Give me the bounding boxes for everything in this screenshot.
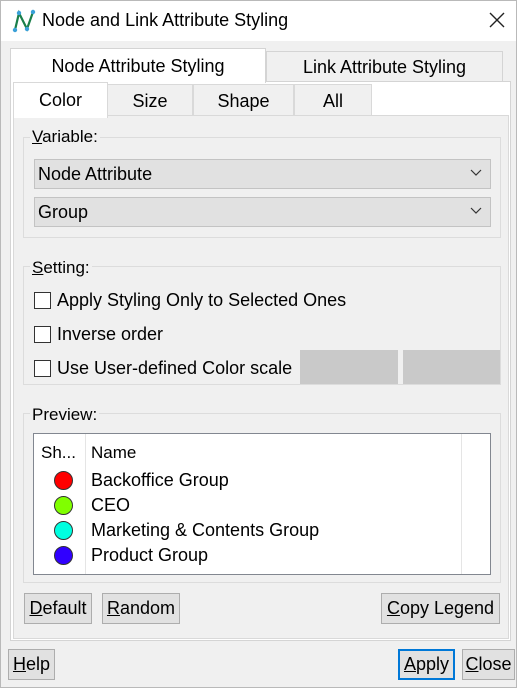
close-icon[interactable]	[485, 8, 509, 32]
list-item-name: Backoffice Group	[91, 470, 229, 490]
apply-selected-only-checkbox[interactable]: Apply Styling Only to Selected Ones	[34, 289, 346, 311]
attribute-value: Group	[38, 202, 89, 222]
list-item-name: CEO	[91, 495, 131, 515]
list-item-name: Marketing & Contents Group	[91, 520, 320, 540]
dialog-window: Node and Link Attribute Styling Node Att…	[0, 0, 517, 688]
checkbox-label: Inverse order	[57, 324, 164, 344]
checkbox-box[interactable]	[34, 326, 51, 343]
checkbox-label: Apply Styling Only to Selected Ones	[57, 290, 347, 310]
app-icon	[12, 9, 36, 33]
tab-shape[interactable]: Shape	[193, 84, 294, 116]
user-defined-color-scale-checkbox[interactable]: Use User-defined Color scale	[34, 357, 292, 379]
variable-label: Variable:	[30, 127, 100, 147]
color-swatch	[54, 546, 73, 565]
title-bar: Node and Link Attribute Styling	[1, 1, 516, 41]
column-header-shape[interactable]: Sh...	[41, 443, 76, 463]
chevron-down-icon	[470, 169, 482, 176]
attribute-select[interactable]: Group	[34, 197, 491, 227]
scale-end-color-swatch[interactable]	[403, 350, 500, 384]
list-item[interactable]: CEO	[34, 494, 490, 519]
list-item-name: Product Group	[91, 545, 209, 565]
list-item[interactable]: Marketing & Contents Group	[34, 519, 490, 544]
setting-label: Setting:	[30, 258, 92, 278]
chevron-down-icon	[470, 207, 482, 214]
list-item[interactable]: Product Group	[34, 544, 490, 569]
checkbox-label: Use User-defined Color scale	[57, 358, 293, 378]
color-swatch	[54, 496, 73, 515]
tab-all[interactable]: All	[294, 84, 372, 116]
default-button[interactable]: Default	[24, 593, 92, 624]
tab-color[interactable]: Color	[13, 82, 108, 118]
color-swatch	[54, 521, 73, 540]
column-header-name[interactable]: Name	[91, 443, 136, 463]
preview-list[interactable]: Sh... Name Backoffice Group CEO Marketin…	[33, 433, 491, 575]
tab-size[interactable]: Size	[107, 84, 193, 116]
attribute-type-select[interactable]: Node Attribute	[34, 159, 491, 189]
tab-node-attribute-styling[interactable]: Node Attribute Styling	[10, 48, 266, 83]
window-title: Node and Link Attribute Styling	[42, 10, 289, 30]
attribute-type-value: Node Attribute	[38, 164, 153, 184]
copy-legend-button[interactable]: Copy Legend	[381, 593, 500, 624]
checkbox-box[interactable]	[34, 292, 51, 309]
color-swatch	[54, 471, 73, 490]
list-item[interactable]: Backoffice Group	[34, 469, 490, 494]
checkbox-box[interactable]	[34, 360, 51, 377]
help-button[interactable]: Help	[8, 649, 55, 680]
inverse-order-checkbox[interactable]: Inverse order	[34, 323, 163, 345]
tab-link-attribute-styling[interactable]: Link Attribute Styling	[266, 51, 503, 82]
preview-label: Preview:	[30, 405, 100, 425]
scale-start-color-swatch[interactable]	[300, 350, 398, 384]
close-button[interactable]: Close	[462, 649, 515, 680]
apply-button[interactable]: Apply	[398, 649, 455, 680]
random-button[interactable]: Random	[102, 593, 180, 624]
